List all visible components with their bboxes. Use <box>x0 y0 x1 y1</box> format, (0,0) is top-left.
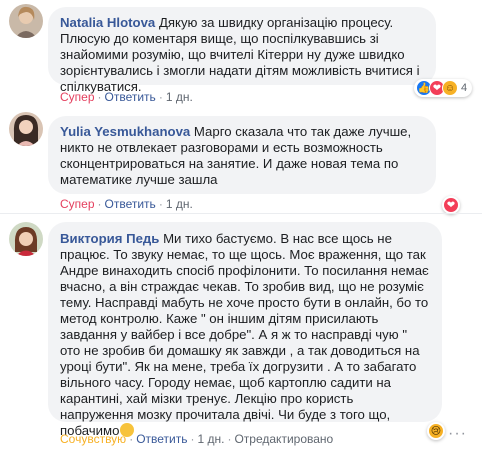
care-reaction-icon: ☺ <box>442 80 458 96</box>
avatar[interactable] <box>9 222 43 256</box>
comment-actions: Супер · Ответить · 1 дн. <box>60 90 193 104</box>
timestamp[interactable]: 1 дн. <box>197 432 224 446</box>
reply-button[interactable]: Ответить <box>136 432 187 446</box>
comment-bubble: Yulia Yesmukhanova Марго сказала что так… <box>48 116 436 194</box>
comment-text: Ми тихо бастуємо. В нас все щось не прац… <box>60 231 429 438</box>
reaction-button[interactable]: Супер <box>60 197 95 211</box>
reaction-count: 4 <box>461 82 468 94</box>
reaction-button[interactable]: Сочувствую <box>60 432 126 446</box>
reactions-summary[interactable]: 😢 <box>427 422 445 440</box>
comment-bubble: Виктория Педь Ми тихо бастуємо. В нас вс… <box>48 222 442 438</box>
love-reaction-icon: ❤ <box>443 197 459 213</box>
reply-button[interactable]: Ответить <box>105 197 156 211</box>
timestamp[interactable]: 1 дн. <box>166 197 193 211</box>
sad-reaction-icon: 😢 <box>428 423 444 439</box>
comment-actions: Супер · Ответить · 1 дн. <box>60 197 193 211</box>
comment-author[interactable]: Natalia Hlotova <box>60 15 155 30</box>
edited-label[interactable]: Отредактировано <box>234 432 333 446</box>
more-options-icon[interactable]: ··· <box>448 425 467 443</box>
avatar[interactable] <box>9 4 43 38</box>
comment-author[interactable]: Виктория Педь <box>60 231 159 246</box>
reactions-summary[interactable]: ❤ <box>442 196 460 214</box>
reactions-summary[interactable]: 👍 ❤ ☺ 4 <box>414 79 473 97</box>
divider <box>0 213 482 214</box>
reaction-button[interactable]: Супер <box>60 90 95 104</box>
comment-author[interactable]: Yulia Yesmukhanova <box>60 124 190 139</box>
reply-button[interactable]: Ответить <box>105 90 156 104</box>
avatar[interactable] <box>9 112 43 146</box>
timestamp[interactable]: 1 дн. <box>166 90 193 104</box>
comment-bubble: Natalia Hlotova Дякую за швидку організа… <box>48 7 436 94</box>
comment-actions: Сочувствую · Ответить · 1 дн. · Отредактирован… <box>60 432 334 446</box>
